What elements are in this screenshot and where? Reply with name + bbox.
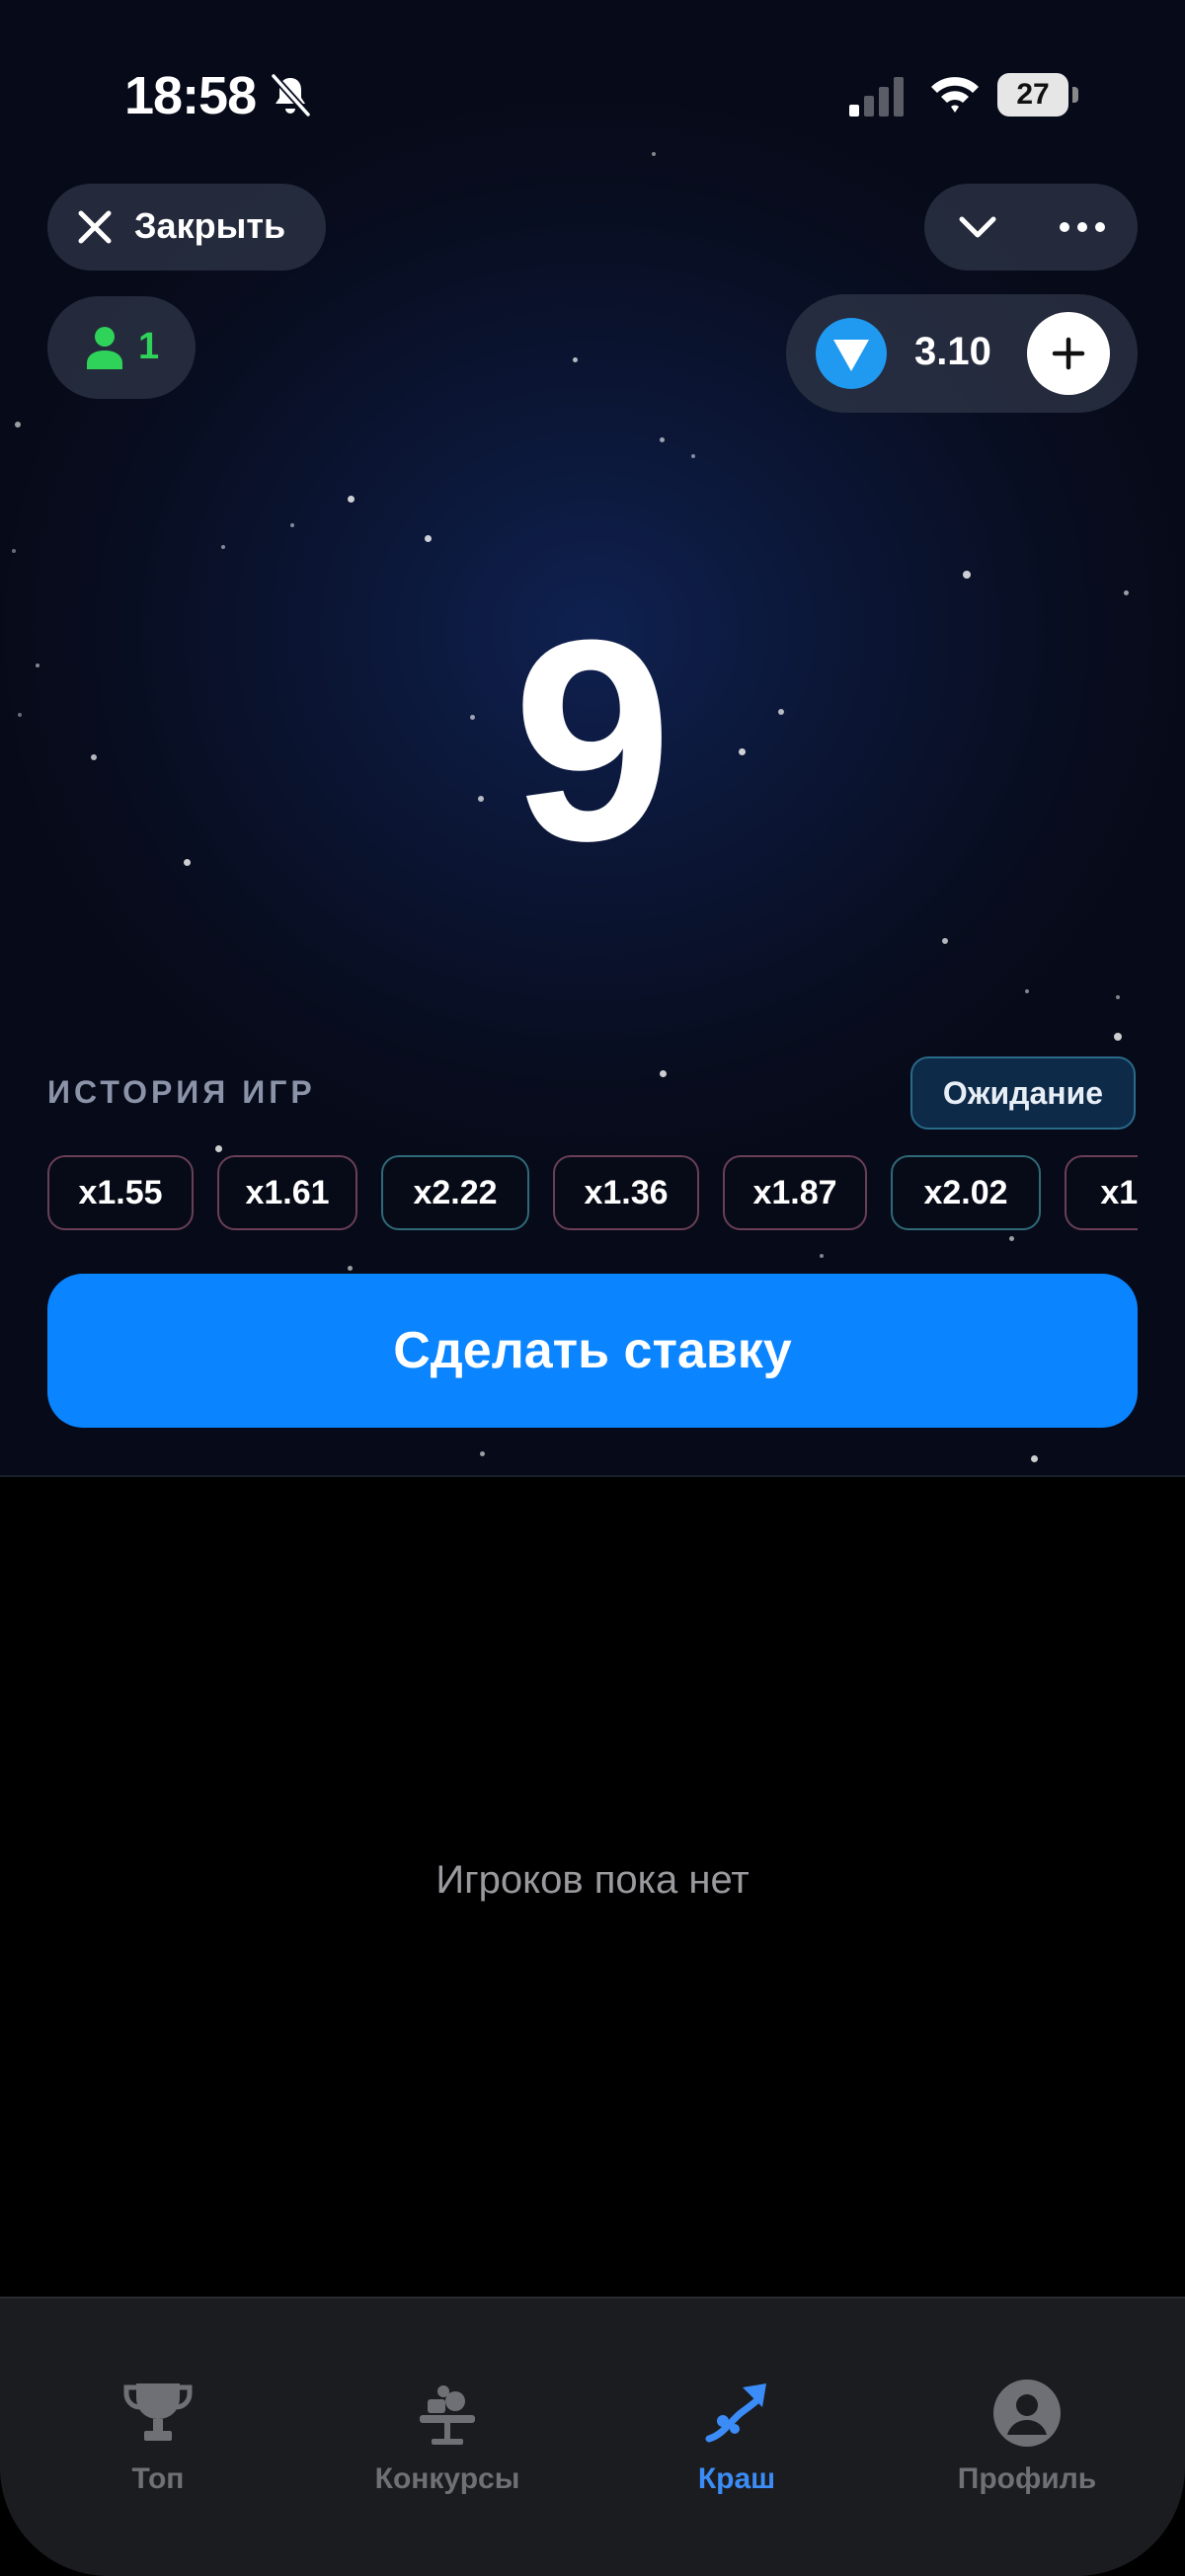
ton-coin-icon xyxy=(816,318,887,389)
game-status-badge: Ожидание xyxy=(910,1056,1136,1130)
tab-profile[interactable]: Профиль xyxy=(908,2378,1146,2526)
battery-level: 27 xyxy=(1016,78,1050,111)
top-up-button[interactable] xyxy=(1027,312,1110,395)
tab-contests[interactable]: Конкурсы xyxy=(329,2378,566,2526)
close-label: Закрыть xyxy=(134,205,286,246)
round-countdown: 9 xyxy=(513,581,672,900)
profile-icon xyxy=(993,2380,1061,2447)
window-controls xyxy=(924,184,1138,271)
close-icon xyxy=(78,210,112,244)
place-bet-button[interactable]: Сделать ставку xyxy=(47,1274,1138,1428)
trophy-icon xyxy=(123,2383,193,2441)
balance-widget: 3.10 xyxy=(786,294,1138,413)
close-button[interactable]: Закрыть xyxy=(47,184,326,271)
history-chip: x1.55 xyxy=(47,1155,194,1230)
more-options-icon[interactable] xyxy=(1057,203,1108,251)
players-empty-text: Игроков пока нет xyxy=(435,1858,750,1902)
balance-amount: 3.10 xyxy=(914,330,991,373)
plus-icon xyxy=(1052,337,1085,370)
tab-top-label: Топ xyxy=(131,2462,185,2495)
tab-crash[interactable]: Краш xyxy=(618,2378,855,2526)
battery-icon: 27 xyxy=(997,73,1080,117)
status-time: 18:58 xyxy=(124,66,257,125)
wifi-icon xyxy=(931,77,979,113)
chevron-down-icon[interactable] xyxy=(954,203,1001,251)
history-chip: x2.22 xyxy=(381,1155,529,1230)
players-count: 1 xyxy=(138,326,160,367)
tab-top[interactable]: Топ xyxy=(40,2378,276,2526)
user-icon xyxy=(87,327,122,369)
tab-profile-label: Профиль xyxy=(957,2462,1097,2495)
history-chip: x2.02 xyxy=(891,1155,1041,1230)
tab-contests-label: Конкурсы xyxy=(374,2462,520,2495)
history-chip: x1.61 xyxy=(217,1155,357,1230)
tab-crash-label: Краш xyxy=(697,2462,776,2495)
status-bar: 18:58 27 xyxy=(0,0,1185,188)
cellular-signal-icon xyxy=(849,77,904,117)
contest-icon xyxy=(420,2385,475,2445)
history-chip: x1. xyxy=(1065,1155,1138,1230)
history-chip: x1.36 xyxy=(553,1155,699,1230)
crash-rocket-icon xyxy=(705,2383,766,2443)
history-list: x1.55 x1.61 x2.22 x1.36 x1.87 x2.02 x1. xyxy=(47,1155,1138,1230)
tab-bar: Топ Конкурсы Краш Профиль xyxy=(0,2297,1185,2576)
history-chip: x1.87 xyxy=(723,1155,867,1230)
bell-muted-icon xyxy=(271,73,311,117)
history-title: ИСТОРИЯ ИГР xyxy=(47,1074,316,1110)
players-online-button[interactable]: 1 xyxy=(47,296,196,399)
